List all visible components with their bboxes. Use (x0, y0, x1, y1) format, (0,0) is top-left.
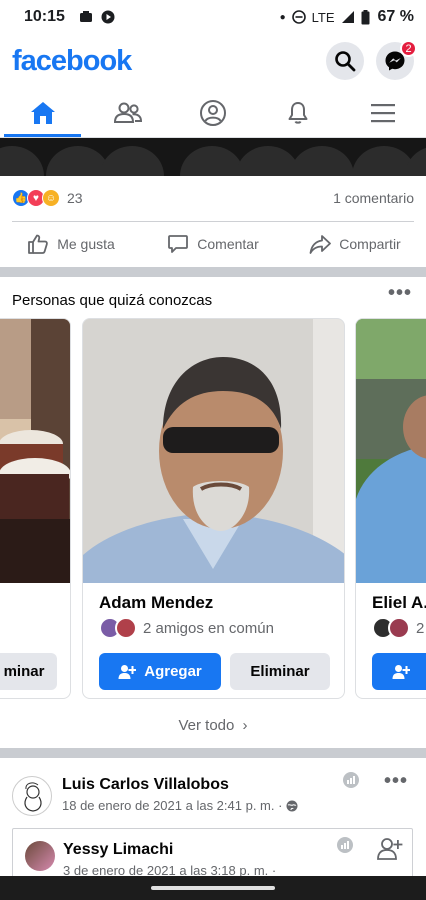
care-reaction-icon: ☺ (42, 189, 60, 207)
insights-icon[interactable] (343, 772, 359, 788)
add-friend-icon (392, 664, 410, 679)
remove-button[interactable]: minar (0, 653, 57, 690)
tab-menu[interactable] (341, 88, 426, 137)
comment-label: Comentar (197, 236, 259, 252)
pymk-photo[interactable] (83, 319, 344, 583)
home-gesture-handle[interactable] (151, 886, 275, 890)
pymk-title: Personas que quizá conozcas (12, 292, 213, 309)
network-type: LTE (311, 9, 335, 25)
post-actions: Me gusta Comentar Compartir (0, 222, 426, 266)
battery-icon (361, 9, 370, 24)
mutual-friends[interactable]: 2 (372, 617, 424, 639)
pymk-name[interactable]: Adam Mendez (99, 593, 213, 613)
tab-home[interactable] (0, 88, 85, 137)
play-notification-icon (101, 10, 115, 24)
tab-friends[interactable] (85, 88, 170, 137)
chevron-right-icon: › (242, 717, 248, 734)
pymk-card[interactable]: Eliel A. 2 (355, 318, 426, 699)
add-friend-button[interactable] (372, 653, 426, 690)
photo-notification-icon (79, 11, 92, 22)
comment-count[interactable]: 1 comentario (333, 190, 414, 206)
avatar[interactable] (25, 841, 55, 871)
status-time: 10:15 (24, 8, 65, 25)
messenger-button[interactable]: 2 (376, 40, 417, 80)
messenger-badge: 2 (400, 40, 417, 57)
avatar[interactable] (12, 776, 52, 816)
pymk-name[interactable]: Eliel A. (372, 593, 426, 613)
globe-icon (286, 800, 298, 811)
like-label: Me gusta (57, 236, 115, 252)
reactions-summary[interactable]: 👍 ♥ ☺ 23 1 comentario (0, 176, 426, 220)
post-image[interactable] (0, 138, 426, 176)
system-nav-bar (0, 876, 426, 900)
share-button[interactable]: Compartir (284, 233, 426, 255)
main-tabbar (0, 88, 426, 138)
facebook-logo[interactable]: facebook (12, 45, 132, 78)
post-timestamp[interactable]: 18 de enero de 2021 a las 2:41 p. m. · (62, 798, 298, 813)
dnd-icon (291, 10, 306, 24)
remove-button[interactable]: Eliminar (230, 653, 330, 690)
pymk-card[interactable]: minar (0, 318, 71, 699)
reaction-count: 23 (67, 190, 83, 206)
avatar (115, 617, 137, 639)
menu-icon (371, 103, 396, 122)
status-bar: 10:15 ● LTE 67 % (0, 0, 426, 34)
pymk-card[interactable]: Adam Mendez 2 amigos en común Agregar El… (82, 318, 345, 699)
add-friend-icon (118, 664, 137, 679)
add-friend-button[interactable]: Agregar (99, 653, 221, 690)
dot-icon: ● (279, 11, 286, 23)
home-icon (30, 101, 55, 124)
add-friend-icon[interactable] (377, 837, 403, 861)
pymk-photo[interactable] (0, 319, 70, 583)
pymk-photo[interactable] (356, 319, 426, 583)
avatar (388, 617, 410, 639)
tab-notifications[interactable] (256, 88, 341, 137)
pymk-more-button[interactable]: ••• (388, 282, 412, 305)
mutual-friends[interactable]: 2 amigos en común (99, 617, 274, 639)
profile-icon (200, 99, 226, 126)
feed-separator (0, 267, 426, 277)
post-more-button[interactable]: ••• (384, 770, 408, 793)
sketch-avatar-icon (24, 782, 42, 812)
friends-icon (113, 102, 142, 123)
insights-icon[interactable] (337, 837, 353, 853)
thumbs-up-icon (28, 234, 49, 254)
share-icon (309, 235, 332, 254)
tab-profile[interactable] (170, 88, 255, 137)
comment-button[interactable]: Comentar (142, 233, 284, 255)
bell-icon (288, 101, 308, 124)
shared-post-author[interactable]: Yessy Limachi (63, 841, 173, 859)
app-header: facebook 2 (0, 34, 426, 88)
feed-separator (0, 748, 426, 758)
post-author[interactable]: Luis Carlos Villalobos (62, 776, 229, 794)
search-icon (335, 51, 356, 72)
signal-icon (341, 11, 354, 23)
post-header: Luis Carlos Villalobos 18 de enero de 20… (0, 770, 426, 826)
share-label: Compartir (339, 236, 401, 252)
search-button[interactable] (326, 42, 364, 80)
comment-icon (168, 235, 189, 253)
like-button[interactable]: Me gusta (0, 233, 142, 255)
see-all-link[interactable]: Ver todo › (0, 717, 426, 734)
battery-level: 67 % (377, 8, 414, 25)
